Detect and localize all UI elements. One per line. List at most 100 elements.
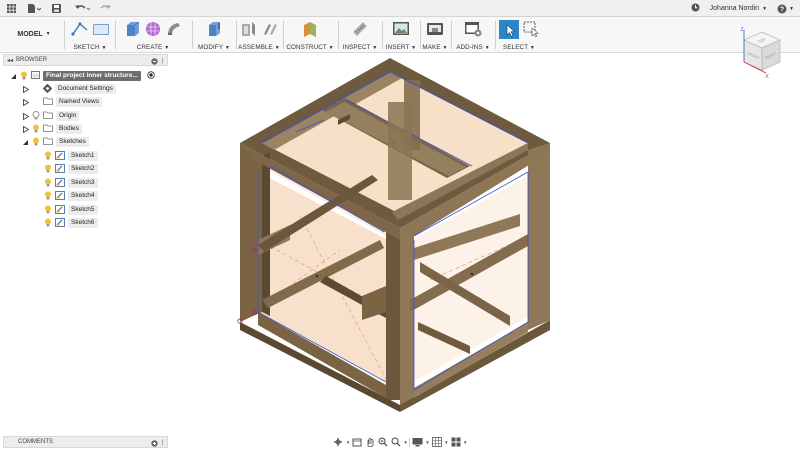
pan-hand-icon[interactable] xyxy=(365,437,376,448)
workspace-switcher[interactable]: MODEL ▼ xyxy=(10,25,58,43)
lightbulb-off-icon[interactable] xyxy=(32,110,40,122)
grid-snaps-icon[interactable] xyxy=(431,437,442,448)
user-menu[interactable]: Johanna Nordin ▼ xyxy=(710,5,767,12)
new-component-icon xyxy=(241,22,255,36)
tree-item-label: Sketch5 xyxy=(68,205,98,215)
tree-root-label: Final project inner structure... xyxy=(43,71,141,81)
help-icon: ? xyxy=(777,4,787,13)
zoom-icon[interactable] xyxy=(378,437,389,448)
tree-item-sketch6[interactable]: Sketch6 xyxy=(44,217,98,229)
3d-print-icon xyxy=(427,23,443,35)
collapse-icon[interactable]: ◂◂ xyxy=(7,57,13,64)
press-pull-icon xyxy=(209,22,220,36)
expand-toggle-icon[interactable] xyxy=(22,139,29,146)
joint-icon xyxy=(263,24,277,35)
comments-panel[interactable]: COMMENTS | xyxy=(3,436,168,448)
folder-icon xyxy=(43,97,53,107)
app-bar: Johanna Nordin ▼ ? ▼ xyxy=(0,0,800,17)
grid-icon[interactable] xyxy=(0,0,22,17)
lightbulb-icon[interactable] xyxy=(20,71,28,82)
lightbulb-icon[interactable] xyxy=(44,205,52,216)
tree-item-document-settings[interactable]: Document Settings xyxy=(22,83,116,95)
expand-toggle-icon[interactable] xyxy=(10,73,17,80)
redo-icon[interactable] xyxy=(94,0,116,17)
lightbulb-icon[interactable] xyxy=(44,218,52,229)
x-axis-label: X xyxy=(765,74,769,78)
folder-icon xyxy=(43,124,53,134)
tree-item-label: Bodies xyxy=(56,124,82,134)
tree-item-origin[interactable]: Origin xyxy=(22,110,80,122)
tree-item-label: Sketch6 xyxy=(68,218,98,228)
activate-radio-icon[interactable] xyxy=(147,71,155,81)
scripts-icon xyxy=(465,22,482,37)
tree-item-label: Named Views xyxy=(56,97,102,107)
expand-toggle-icon[interactable] xyxy=(22,85,29,93)
viewcube[interactable]: TOP FRONT RIGHT Z X xyxy=(736,26,786,78)
window-select-icon xyxy=(523,21,539,38)
lightbulb-icon[interactable] xyxy=(44,151,52,162)
save-icon[interactable] xyxy=(46,0,66,17)
pin-icon[interactable]: | xyxy=(161,440,163,446)
display-settings-icon[interactable] xyxy=(412,437,423,448)
sketch-icon xyxy=(55,217,65,229)
sketch-icon xyxy=(55,190,65,202)
pin-icon[interactable]: | xyxy=(161,58,163,64)
username: Johanna Nordin xyxy=(709,5,760,12)
look-at-icon[interactable] xyxy=(352,437,363,448)
tree-item-sketch3[interactable]: Sketch3 xyxy=(44,177,98,189)
tree-item-sketch4[interactable]: Sketch4 xyxy=(44,190,98,202)
model-viewport[interactable] xyxy=(220,40,560,418)
expand-toggle-icon[interactable] xyxy=(22,125,29,133)
create-label: CREATE xyxy=(136,44,163,51)
tree-item-bodies[interactable]: Bodies xyxy=(22,123,82,135)
insert-image-icon xyxy=(393,22,409,35)
tree-item-label: Document Settings xyxy=(55,84,116,94)
help-button[interactable]: ? ▼ xyxy=(777,4,794,14)
gear-icon xyxy=(43,83,52,95)
offset-plane-icon xyxy=(304,22,316,37)
file-icon[interactable] xyxy=(22,0,46,17)
folder-icon xyxy=(43,137,53,147)
sketch-icon xyxy=(55,177,65,189)
component-icon xyxy=(31,71,40,81)
sketch-rectangle-icon xyxy=(92,24,109,35)
lightbulb-icon[interactable] xyxy=(44,191,52,202)
expand-toggle-icon[interactable] xyxy=(22,112,29,120)
sketch-icon xyxy=(55,163,65,175)
lightbulb-icon[interactable] xyxy=(44,164,52,175)
tree-item-label: Sketch2 xyxy=(68,164,98,174)
close-panel-icon[interactable] xyxy=(151,57,159,65)
tree-item-label: Sketch1 xyxy=(68,151,98,161)
undo-icon[interactable] xyxy=(70,0,94,17)
select-icon xyxy=(498,20,519,39)
z-axis-label: Z xyxy=(740,27,743,33)
sweep-icon xyxy=(168,23,180,35)
create-group[interactable]: CREATE ▼ xyxy=(116,17,190,53)
sketch-icon xyxy=(55,204,65,216)
sketch-group[interactable]: SKETCH ▼ xyxy=(66,17,114,53)
clock-icon[interactable] xyxy=(691,3,700,14)
zoom-window-icon[interactable] xyxy=(391,437,402,448)
tree-item-label: Sketch4 xyxy=(68,191,98,201)
browser-header[interactable]: ◂◂ BROWSER | xyxy=(3,54,168,66)
extrude-icon xyxy=(127,21,140,36)
orbit-icon[interactable] xyxy=(333,437,344,448)
tree-item-sketch5[interactable]: Sketch5 xyxy=(44,204,98,216)
sketch-icon xyxy=(55,150,65,162)
tree-item-sketch2[interactable]: Sketch2 xyxy=(44,163,98,175)
form-icon xyxy=(146,22,160,36)
tree-item-named-views[interactable]: Named Views xyxy=(22,96,102,108)
chevron-down-icon: ▼ xyxy=(762,5,768,12)
tree-item-sketch1[interactable]: Sketch1 xyxy=(44,150,98,162)
viewports-icon[interactable] xyxy=(450,437,461,448)
lightbulb-icon[interactable] xyxy=(44,178,52,189)
tree-item-sketches[interactable]: Sketches xyxy=(22,136,89,148)
comments-title: COMMENTS xyxy=(18,439,53,445)
tree-root[interactable]: Final project inner structure... xyxy=(10,70,155,82)
add-comment-icon[interactable] xyxy=(151,439,159,447)
lightbulb-icon[interactable] xyxy=(32,137,40,148)
expand-toggle-icon[interactable] xyxy=(22,98,29,106)
folder-icon xyxy=(43,111,53,121)
lightbulb-icon[interactable] xyxy=(32,124,40,135)
workspace-label: MODEL xyxy=(17,30,43,38)
